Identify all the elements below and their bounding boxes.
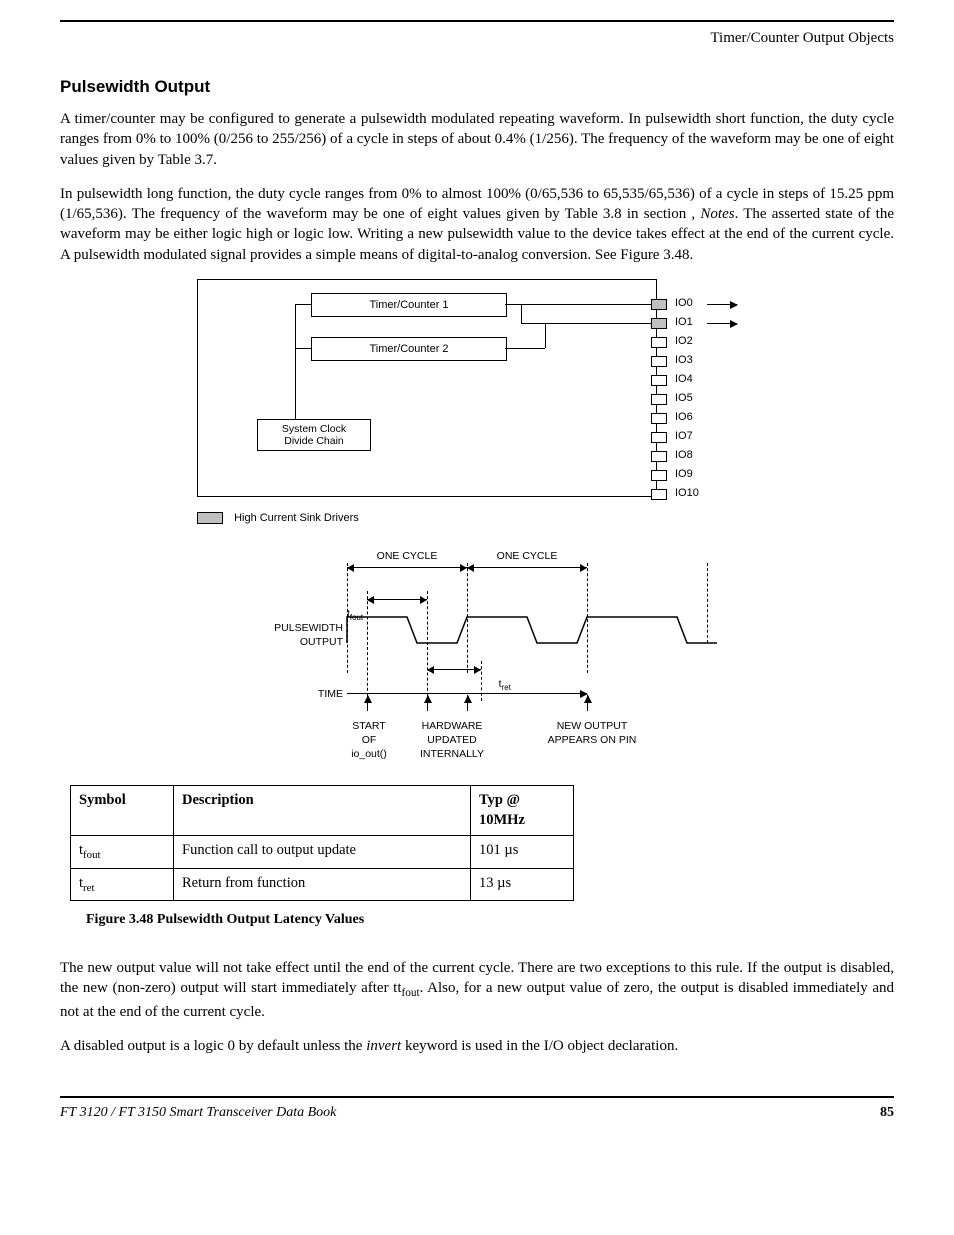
time-arrow-icon [347,693,587,694]
th-symbol: Symbol [71,785,174,835]
footer: FT 3120 / FT 3150 Smart Transceiver Data… [60,1104,894,1123]
io-pin-8 [651,451,667,462]
wire [521,304,522,323]
io0-arrow-icon [707,304,737,305]
wire [505,348,545,349]
para-2: In pulsewidth long function, the duty cy… [60,184,894,265]
footer-title: FT 3120 / FT 3150 Smart Transceiver Data… [60,1104,336,1123]
system-clock-box: System Clock Divide Chain [257,419,371,451]
io-pin-7 [651,432,667,443]
io-label-8: IO8 [675,448,693,463]
running-header: Timer/Counter Output Objects [60,28,894,48]
cell-desc-1: Return from function [174,868,471,901]
tret-right-dash [481,661,482,701]
io-label-10: IO10 [675,486,699,501]
wire [295,304,311,305]
io-label-5: IO5 [675,391,693,406]
tret-arrow-icon [427,669,481,670]
notes-ref: Notes [700,206,734,222]
latency-table: Symbol Description Typ @ 10MHz tfout Fun… [70,785,574,901]
io-pin-9 [651,470,667,481]
sub1: ret [83,882,94,894]
legend: High Current Sink Drivers [197,511,359,526]
io-label-3: IO3 [675,353,693,368]
sub0: fout [83,849,101,861]
cell-sym-0: tfout [71,836,174,869]
wire [295,348,311,349]
io-pin-0 [651,299,667,310]
io-pin-2 [651,337,667,348]
invert-keyword: invert [366,1038,401,1054]
hw-label: HARDWARE UPDATED INTERNALLY [409,719,495,762]
wire [545,323,546,348]
up4-arrow-icon [587,695,588,711]
cell-typ-0: 101 µs [471,836,574,869]
up3-arrow-icon [467,695,468,711]
figure-caption: Figure 3.48 Pulsewidth Output Latency Va… [86,911,894,930]
timer-counter-2-box: Timer/Counter 2 [311,337,507,361]
io-label-7: IO7 [675,429,693,444]
time-label: TIME [287,687,343,701]
io-pin-3 [651,356,667,367]
pw-output-label: PULSEWIDTH OUTPUT [239,621,343,649]
tret-sub: ret [502,683,511,692]
io-label-9: IO9 [675,467,693,482]
top-rule [60,20,894,22]
th-typ: Typ @ 10MHz [471,785,574,835]
legend-swatch-icon [197,512,223,524]
io-pin-1 [651,318,667,329]
th-description: Description [174,785,471,835]
io1-arrow-icon [707,323,737,324]
io-pin-4 [651,375,667,386]
para-1: A timer/counter may be configured to gen… [60,109,894,170]
io-label-6: IO6 [675,410,693,425]
legend-label: High Current Sink Drivers [234,512,359,524]
wire [505,304,651,305]
io-label-1: IO1 [675,315,693,330]
timer-counter-1-box: Timer/Counter 1 [311,293,507,317]
io-pin-5 [651,394,667,405]
io-label-4: IO4 [675,372,693,387]
page-number: 85 [880,1104,894,1123]
cell-typ-1: 13 µs [471,868,574,901]
cell-sym-1: tret [71,868,174,901]
up2-arrow-icon [427,695,428,711]
para-3-sub: fout [402,987,420,999]
para-4: A disabled output is a logic 0 by defaul… [60,1036,894,1056]
io-label-0: IO0 [675,296,693,311]
up1-arrow-icon [367,695,368,711]
para-4a: A disabled output is a logic 0 by defaul… [60,1038,366,1054]
timing-diagram: ONE CYCLE ONE CYCLE tfout PULSEWIDTH OUT… [217,543,737,773]
wire [295,304,296,419]
table-row: tfout Function call to output update 101… [71,836,574,869]
tret-label: tret [487,663,511,708]
cell-desc-0: Function call to output update [174,836,471,869]
io-pin-10 [651,489,667,500]
para-4b: keyword is used in the I/O object declar… [401,1038,678,1054]
section-title: Pulsewidth Output [60,76,894,99]
newout-label: NEW OUTPUT APPEARS ON PIN [537,719,647,747]
table-row: tret Return from function 13 µs [71,868,574,901]
bottom-rule [60,1096,894,1104]
io-label-2: IO2 [675,334,693,349]
para-3: The new output value will not take effec… [60,958,894,1022]
table-header-row: Symbol Description Typ @ 10MHz [71,785,574,835]
start-label: START OF io_out() [339,719,399,762]
io-pin-6 [651,413,667,424]
block-diagram: Timer/Counter 1 Timer/Counter 2 System C… [197,279,757,529]
wire [521,323,651,324]
